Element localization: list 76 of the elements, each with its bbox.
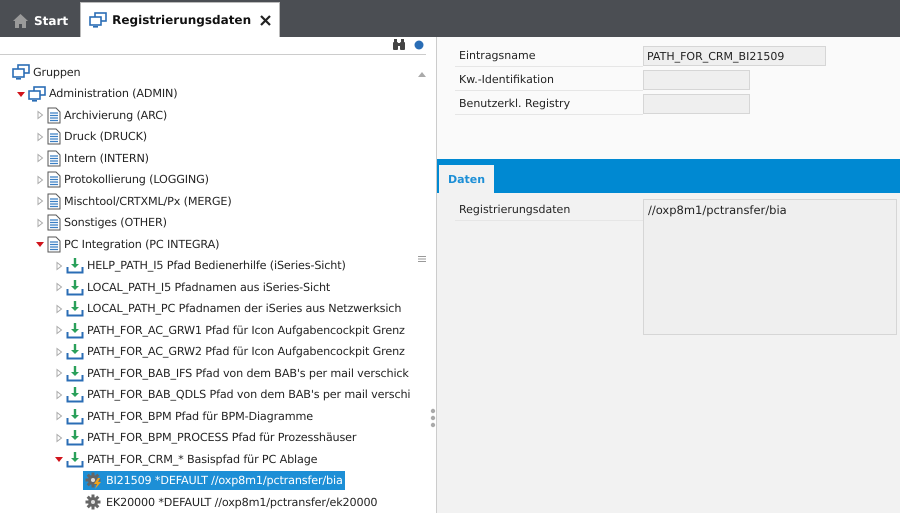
gear-icon [85, 494, 103, 511]
document-icon [47, 128, 61, 146]
monitors-icon [89, 12, 108, 28]
download-icon [66, 364, 84, 382]
tree-item[interactable]: PATH_FOR_CRM_* Basispfad für PC Ablage [64, 450, 320, 469]
tree-item[interactable]: Mischtool/CRTXML/Px (MERGE) [45, 192, 234, 211]
download-icon [66, 450, 84, 468]
text-field[interactable] [643, 70, 750, 90]
tree-item[interactable]: BI21509 *DEFAULT //oxp8m1/pctransfer/bia [83, 471, 345, 490]
menu-icon[interactable] [418, 256, 426, 262]
tree-item[interactable]: PATH_FOR_BAB_QDLS Pfad von dem BAB's per mail verschi [64, 385, 412, 404]
document-icon [47, 214, 61, 232]
document-icon [47, 106, 61, 124]
tab[interactable]: Registrierungsdaten [80, 2, 280, 37]
download-icon [66, 257, 84, 274]
collapsed-arrow-icon[interactable] [35, 132, 45, 142]
collapsed-arrow-icon[interactable] [54, 411, 64, 422]
binoculars-icon[interactable] [392, 39, 406, 52]
field-label: Benutzerkl. Registry [455, 93, 643, 115]
tree-item[interactable]: Gruppen [10, 63, 82, 82]
tree-item[interactable]: PATH_FOR_AC_GRW1 Pfad für Icon Aufgabencockpit Grenz [64, 320, 407, 340]
document-icon [47, 171, 61, 188]
document-icon [47, 150, 61, 167]
collapsed-arrow-icon[interactable] [35, 174, 45, 185]
tree-item[interactable]: PATH_FOR_BAB_IFS Pfad von dem BAB's per mail verschick [64, 364, 411, 383]
collapsed-arrow-icon[interactable] [54, 260, 64, 271]
gear-bolt-icon [85, 472, 103, 490]
text-field[interactable] [643, 94, 750, 114]
collapsed-arrow-icon[interactable] [54, 325, 64, 336]
resize-grip-icon[interactable] [430, 408, 436, 428]
expanded-arrow-icon[interactable] [54, 454, 64, 464]
tree-item[interactable]: Archivierung (ARC) [45, 106, 170, 125]
field-label: Kw.-Identifikation [455, 69, 643, 91]
download-icon [66, 278, 84, 296]
collapsed-arrow-icon[interactable] [35, 196, 45, 206]
download-icon [66, 429, 84, 446]
collapsed-arrow-icon[interactable] [54, 282, 64, 292]
scroll-up-icon[interactable] [418, 72, 426, 77]
expanded-arrow-icon[interactable] [35, 239, 45, 250]
collapsed-arrow-icon[interactable] [35, 153, 45, 164]
collapsed-arrow-icon[interactable] [54, 432, 64, 443]
document-icon [47, 192, 61, 210]
download-icon [66, 408, 84, 425]
home-icon [12, 13, 29, 29]
field-label: Eintragsname [455, 45, 643, 67]
collapsed-arrow-icon[interactable] [54, 346, 64, 357]
collapsed-arrow-icon[interactable] [54, 368, 64, 378]
tree-item[interactable]: HELP_PATH_I5 Pfad Bedienerhilfe (iSeries-Sicht) [64, 256, 348, 276]
tree-item[interactable]: EK20000 *DEFAULT //oxp8m1/pctransfer/ek20000 [83, 492, 380, 512]
tree-item[interactable]: PC Integration (PC INTEGRA) [45, 234, 222, 254]
tree-item[interactable]: Intern (INTERN) [45, 148, 151, 168]
status-dot-icon [414, 40, 424, 50]
tree-item[interactable]: Druck (DRUCK) [45, 127, 149, 146]
monitors-icon [28, 86, 46, 102]
tab[interactable]: Start [4, 5, 76, 37]
tree-item[interactable]: Sonstiges (OTHER) [45, 213, 169, 232]
download-icon [66, 322, 84, 339]
monitors-icon [12, 64, 30, 80]
close-icon[interactable] [260, 14, 272, 26]
document-icon [47, 236, 61, 253]
text-area[interactable]: //oxp8m1/pctransfer/bia [643, 199, 897, 335]
download-icon [66, 343, 84, 360]
tree-item[interactable]: PATH_FOR_BPM_PROCESS Pfad für Prozesshäuser [64, 428, 358, 448]
tree-item[interactable]: PATH_FOR_AC_GRW2 Pfad für Icon Aufgabencockpit Grenz [64, 342, 407, 362]
tree-item[interactable]: Administration (ADMIN) [26, 84, 180, 103]
download-icon [66, 300, 84, 318]
download-icon [66, 386, 84, 404]
collapsed-arrow-icon[interactable] [54, 304, 64, 314]
text-field[interactable]: PATH_FOR_CRM_BI21509 [643, 46, 826, 66]
tree-item[interactable]: LOCAL_PATH_PC Pfadnamen der iSeries aus Netzwerksich [64, 299, 404, 318]
collapsed-arrow-icon[interactable] [54, 390, 64, 400]
collapsed-arrow-icon[interactable] [35, 218, 45, 228]
collapsed-arrow-icon[interactable] [35, 110, 45, 120]
tree-item[interactable]: LOCAL_PATH_I5 Pfadnamen aus iSeries-Sicht [64, 278, 332, 297]
tree-item[interactable]: Protokollierung (LOGGING) [45, 170, 211, 190]
tree-item[interactable]: PATH_FOR_BPM Pfad für BPM-Diagramme [64, 406, 315, 426]
